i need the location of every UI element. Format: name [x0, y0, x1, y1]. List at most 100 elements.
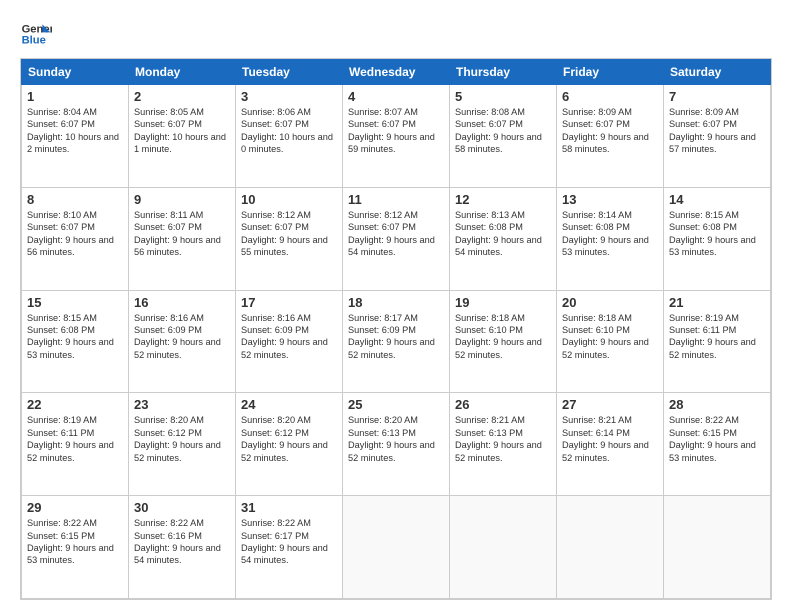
day-number: 16: [134, 295, 230, 310]
svg-text:Blue: Blue: [22, 35, 46, 47]
day-info: Sunrise: 8:11 AMSunset: 6:07 PMDaylight:…: [134, 209, 230, 259]
calendar-cell: 3Sunrise: 8:06 AMSunset: 6:07 PMDaylight…: [236, 85, 343, 188]
day-info: Sunrise: 8:18 AMSunset: 6:10 PMDaylight:…: [455, 312, 551, 362]
calendar-cell: 18Sunrise: 8:17 AMSunset: 6:09 PMDayligh…: [343, 290, 450, 393]
calendar: SundayMondayTuesdayWednesdayThursdayFrid…: [20, 58, 772, 600]
day-number: 19: [455, 295, 551, 310]
logo-icon: General Blue: [20, 18, 52, 50]
calendar-cell: 25 Sunrise: 8:20 AMSunset: 6:13 PMDayligh…: [343, 393, 450, 496]
svg-text:General: General: [22, 23, 52, 35]
calendar-cell: 27Sunrise: 8:21 AMSunset: 6:14 PMDayligh…: [557, 393, 664, 496]
day-number: 8: [27, 192, 123, 207]
day-info: Sunrise: 8:22 AMSunset: 6:17 PMDaylight:…: [241, 517, 337, 567]
calendar-cell: 6 Sunrise: 8:09 AMSunset: 6:07 PMDaylight…: [557, 85, 664, 188]
calendar-cell: 22 Sunrise: 8:19 AMSunset: 6:11 PMDayligh…: [22, 393, 129, 496]
day-info: Sunrise: 8:10 AMSunset: 6:07 PMDaylight:…: [27, 209, 123, 259]
weekday-header-friday: Friday: [557, 60, 664, 85]
day-number: 1: [27, 89, 123, 104]
calendar-cell: 31Sunrise: 8:22 AMSunset: 6:17 PMDayligh…: [236, 496, 343, 599]
calendar-cell: 7 Sunrise: 8:09 AMSunset: 6:07 PMDaylight…: [664, 85, 771, 188]
day-number: 20: [562, 295, 658, 310]
day-number: 2: [134, 89, 230, 104]
day-number: 6: [562, 89, 658, 104]
calendar-cell: 16 Sunrise: 8:16 AMSunset: 6:09 PMDayligh…: [129, 290, 236, 393]
weekday-header-wednesday: Wednesday: [343, 60, 450, 85]
page: General Blue SundayMondayTuesdayWednesda…: [0, 0, 792, 612]
day-number: 25: [348, 397, 444, 412]
day-number: 22: [27, 397, 123, 412]
calendar-cell: 23 Sunrise: 8:20 AMSunset: 6:12 PMDayligh…: [129, 393, 236, 496]
calendar-cell: 14 Sunrise: 8:15 AMSunset: 6:08 PMDayligh…: [664, 187, 771, 290]
day-info: Sunrise: 8:18 AMSunset: 6:10 PMDaylight:…: [562, 312, 658, 362]
calendar-cell: 4 Sunrise: 8:07 AMSunset: 6:07 PMDaylight…: [343, 85, 450, 188]
calendar-cell: [664, 496, 771, 599]
day-number: 10: [241, 192, 337, 207]
calendar-cell: [343, 496, 450, 599]
calendar-cell: 15 Sunrise: 8:15 AMSunset: 6:08 PMDayligh…: [22, 290, 129, 393]
day-number: 14: [669, 192, 765, 207]
day-info: Sunrise: 8:12 AMSunset: 6:07 PMDaylight:…: [241, 209, 337, 259]
calendar-cell: 13 Sunrise: 8:14 AMSunset: 6:08 PMDayligh…: [557, 187, 664, 290]
calendar-cell: 5 Sunrise: 8:08 AMSunset: 6:07 PMDaylight…: [450, 85, 557, 188]
day-number: 5: [455, 89, 551, 104]
calendar-cell: 17 Sunrise: 8:16 AMSunset: 6:09 PMDayligh…: [236, 290, 343, 393]
day-info: Sunrise: 8:12 AMSunset: 6:07 PMDaylight:…: [348, 209, 444, 259]
calendar-cell: 2 Sunrise: 8:05 AMSunset: 6:07 PMDaylight…: [129, 85, 236, 188]
calendar-cell: [557, 496, 664, 599]
day-info: Sunrise: 8:15 AMSunset: 6:08 PMDaylight:…: [27, 312, 123, 362]
day-info: Sunrise: 8:09 AMSunset: 6:07 PMDaylight:…: [562, 106, 658, 156]
day-info: Sunrise: 8:19 AMSunset: 6:11 PMDaylight:…: [27, 414, 123, 464]
calendar-cell: 8 Sunrise: 8:10 AMSunset: 6:07 PMDaylight…: [22, 187, 129, 290]
day-info: Sunrise: 8:16 AMSunset: 6:09 PMDaylight:…: [134, 312, 230, 362]
day-number: 7: [669, 89, 765, 104]
day-number: 21: [669, 295, 765, 310]
day-info: Sunrise: 8:22 AMSunset: 6:15 PMDaylight:…: [27, 517, 123, 567]
day-info: Sunrise: 8:20 AMSunset: 6:12 PMDaylight:…: [241, 414, 337, 464]
day-info: Sunrise: 8:16 AMSunset: 6:09 PMDaylight:…: [241, 312, 337, 362]
calendar-cell: 12 Sunrise: 8:13 AMSunset: 6:08 PMDayligh…: [450, 187, 557, 290]
day-number: 13: [562, 192, 658, 207]
calendar-cell: 1 Sunrise: 8:04 AMSunset: 6:07 PMDaylight…: [22, 85, 129, 188]
day-info: Sunrise: 8:09 AMSunset: 6:07 PMDaylight:…: [669, 106, 765, 156]
calendar-cell: 21 Sunrise: 8:19 AMSunset: 6:11 PMDayligh…: [664, 290, 771, 393]
day-number: 24: [241, 397, 337, 412]
day-info: Sunrise: 8:08 AMSunset: 6:07 PMDaylight:…: [455, 106, 551, 156]
calendar-cell: 28Sunrise: 8:22 AMSunset: 6:15 PMDayligh…: [664, 393, 771, 496]
calendar-cell: 9 Sunrise: 8:11 AMSunset: 6:07 PMDaylight…: [129, 187, 236, 290]
day-info: Sunrise: 8:20 AMSunset: 6:13 PMDaylight:…: [348, 414, 444, 464]
day-info: Sunrise: 8:06 AMSunset: 6:07 PMDaylight:…: [241, 106, 337, 156]
weekday-header-monday: Monday: [129, 60, 236, 85]
day-info: Sunrise: 8:17 AMSunset: 6:09 PMDaylight:…: [348, 312, 444, 362]
calendar-cell: 19 Sunrise: 8:18 AMSunset: 6:10 PMDayligh…: [450, 290, 557, 393]
day-info: Sunrise: 8:04 AMSunset: 6:07 PMDaylight:…: [27, 106, 123, 156]
calendar-cell: 24 Sunrise: 8:20 AMSunset: 6:12 PMDayligh…: [236, 393, 343, 496]
weekday-header-thursday: Thursday: [450, 60, 557, 85]
calendar-cell: 26 Sunrise: 8:21 AMSunset: 6:13 PMDayligh…: [450, 393, 557, 496]
day-info: Sunrise: 8:20 AMSunset: 6:12 PMDaylight:…: [134, 414, 230, 464]
day-number: 4: [348, 89, 444, 104]
day-info: Sunrise: 8:14 AMSunset: 6:08 PMDaylight:…: [562, 209, 658, 259]
day-number: 11: [348, 192, 444, 207]
day-number: 12: [455, 192, 551, 207]
day-info: Sunrise: 8:22 AMSunset: 6:15 PMDaylight:…: [669, 414, 765, 464]
day-info: Sunrise: 8:15 AMSunset: 6:08 PMDaylight:…: [669, 209, 765, 259]
day-info: Sunrise: 8:05 AMSunset: 6:07 PMDaylight:…: [134, 106, 230, 156]
day-number: 17: [241, 295, 337, 310]
day-number: 23: [134, 397, 230, 412]
logo: General Blue: [20, 18, 52, 50]
day-number: 15: [27, 295, 123, 310]
calendar-cell: 29 Sunrise: 8:22 AMSunset: 6:15 PMDayligh…: [22, 496, 129, 599]
calendar-cell: 10 Sunrise: 8:12 AMSunset: 6:07 PMDayligh…: [236, 187, 343, 290]
day-info: Sunrise: 8:22 AMSunset: 6:16 PMDaylight:…: [134, 517, 230, 567]
weekday-header-sunday: Sunday: [22, 60, 129, 85]
day-info: Sunrise: 8:19 AMSunset: 6:11 PMDaylight:…: [669, 312, 765, 362]
day-info: Sunrise: 8:13 AMSunset: 6:08 PMDaylight:…: [455, 209, 551, 259]
calendar-cell: [450, 496, 557, 599]
calendar-cell: 30Sunrise: 8:22 AMSunset: 6:16 PMDayligh…: [129, 496, 236, 599]
day-info: Sunrise: 8:07 AMSunset: 6:07 PMDaylight:…: [348, 106, 444, 156]
day-number: 9: [134, 192, 230, 207]
day-info: Sunrise: 8:21 AMSunset: 6:13 PMDaylight:…: [455, 414, 551, 464]
day-number: 29: [27, 500, 123, 515]
day-number: 26: [455, 397, 551, 412]
calendar-cell: 11 Sunrise: 8:12 AMSunset: 6:07 PMDayligh…: [343, 187, 450, 290]
